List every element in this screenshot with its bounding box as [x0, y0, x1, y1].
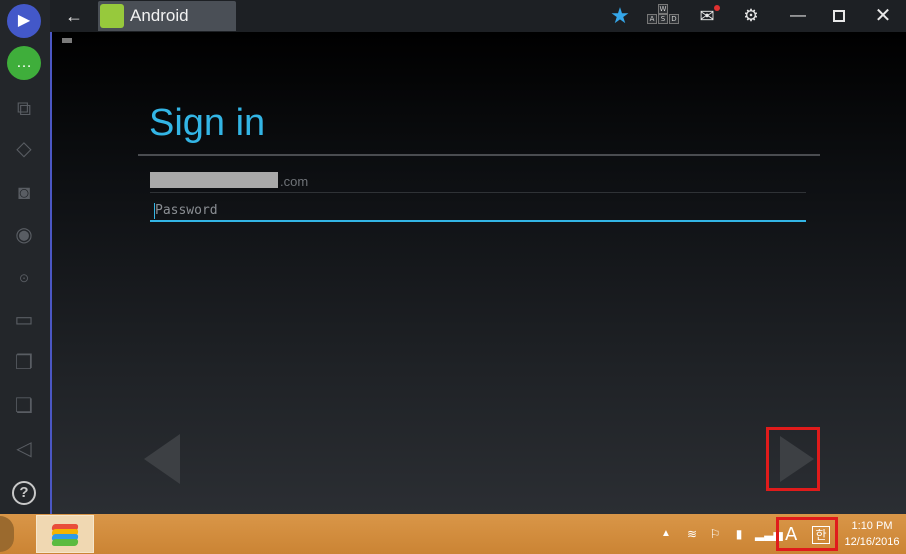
next-arrow-highlight — [766, 427, 820, 491]
network-signal-icon[interactable]: ▂▃▅ — [755, 524, 783, 544]
mail-icon[interactable]: ✉ — [694, 4, 720, 28]
password-field[interactable] — [150, 200, 806, 222]
email-field[interactable]: .com — [150, 171, 806, 193]
bluestacks-taskbar-button[interactable] — [36, 515, 94, 553]
ime-highlight: A 한 — [776, 517, 838, 551]
email-suffix: .com — [280, 174, 309, 189]
bluestacks-tray-icon[interactable]: ≋ — [683, 524, 701, 544]
start-button[interactable] — [0, 516, 14, 552]
ime-korean-button[interactable]: 한 — [812, 526, 830, 544]
action-center-flag-icon[interactable]: ⚐ — [707, 524, 723, 544]
camera-icon[interactable]: ◙ — [7, 176, 41, 210]
page-title: Sign in — [149, 102, 266, 144]
email-underline — [150, 192, 806, 193]
video-call-icon[interactable]: ▶ — [7, 4, 41, 38]
back-arrow-icon[interactable]: ← — [60, 4, 88, 28]
tab-title: Android — [130, 6, 189, 25]
previous-arrow-button[interactable] — [144, 434, 180, 484]
battery-icon[interactable]: ▮ — [731, 524, 747, 544]
volume-icon[interactable]: ◁ — [7, 432, 41, 466]
paste-icon[interactable]: ❏ — [7, 389, 41, 423]
notification-dot — [714, 5, 720, 11]
close-button[interactable]: ✕ — [872, 4, 894, 28]
minimize-button[interactable]: — — [788, 4, 808, 28]
location-icon[interactable]: ◉ — [7, 218, 41, 252]
email-redacted — [150, 172, 278, 188]
tab-android[interactable]: Android — [98, 1, 236, 31]
title-bar: ← Android ★ W A S D ✉ ⚙ — ✕ — [50, 0, 906, 32]
title-divider — [138, 154, 820, 156]
star-icon[interactable]: ★ — [608, 4, 632, 28]
clock-time: 1:10 PM — [851, 520, 893, 532]
show-hidden-icons-icon[interactable]: ▲ — [660, 524, 672, 544]
sidebar: ▶ … ⧉ ◇ ◙ ◉ ⊙ ▭ ❐ ❏ ◁ ? — [0, 0, 50, 514]
apk-install-icon[interactable]: ⊙ — [7, 261, 41, 295]
ime-mode-button[interactable]: A — [785, 524, 797, 545]
copy-icon[interactable]: ❐ — [7, 346, 41, 380]
android-icon — [100, 4, 124, 28]
status-indicator — [62, 38, 72, 43]
help-icon[interactable]: ? — [7, 474, 41, 508]
shake-icon[interactable]: ◇ — [7, 132, 41, 166]
bluestacks-icon — [51, 524, 79, 546]
folder-icon[interactable]: ▭ — [7, 303, 41, 337]
maximize-button[interactable] — [829, 4, 849, 28]
taskbar-clock[interactable]: 1:10 PM 12/16/2016 — [838, 518, 906, 552]
android-screen: Sign in .com — [52, 32, 906, 514]
rotate-screen-icon[interactable]: ⧉ — [7, 92, 41, 126]
chat-icon[interactable]: … — [7, 46, 41, 80]
text-cursor — [154, 203, 155, 219]
keyboard-icon[interactable]: W A S D — [645, 4, 681, 28]
clock-date: 12/16/2016 — [844, 536, 900, 548]
taskbar: ▲ ≋ ⚐ ▮ ▂▃▅ — [0, 514, 906, 554]
gear-icon[interactable]: ⚙ — [740, 4, 762, 28]
next-arrow-button[interactable] — [780, 436, 814, 482]
